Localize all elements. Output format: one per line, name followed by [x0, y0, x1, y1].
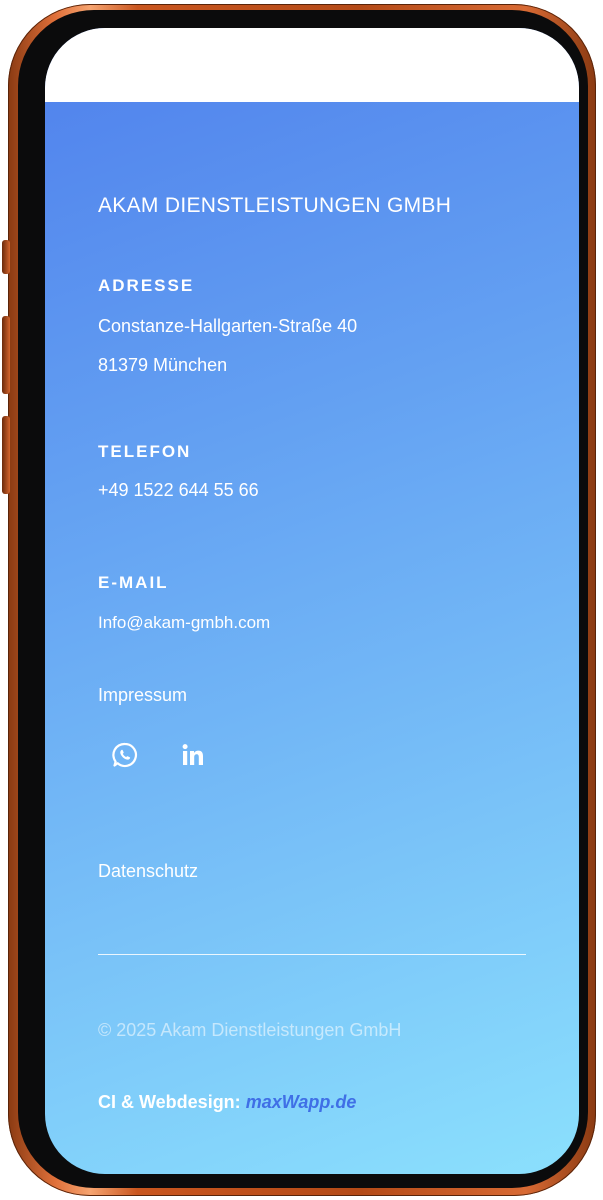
footer-divider — [98, 954, 526, 955]
screen-top-bar — [45, 28, 579, 102]
design-credit: CI & Webdesign: maxWapp.de — [98, 1092, 356, 1113]
email-label: E-MAIL — [98, 573, 169, 592]
linkedin-icon[interactable] — [178, 740, 208, 770]
credit-link[interactable]: maxWapp.de — [246, 1092, 357, 1112]
phone-mockup: AKAM DIENSTLEISTUNGEN GMBH ADRESSE Const… — [0, 0, 603, 1200]
address-label: ADRESSE — [98, 276, 195, 295]
address-street: Constanze-Hallgarten-Straße 40 — [98, 316, 358, 336]
side-button-mute — [2, 240, 10, 274]
email-link[interactable]: Info@akam-gmbh.com — [98, 613, 270, 633]
phone-number-link[interactable]: +49 1522 644 55 66 — [98, 480, 259, 501]
datenschutz-link[interactable]: Datenschutz — [98, 861, 198, 882]
phone-label: TELEFON — [98, 442, 192, 461]
side-button-volume-up — [2, 316, 10, 394]
credit-prefix: CI & Webdesign: — [98, 1092, 241, 1112]
social-links — [110, 735, 230, 775]
address-city: 81379 München — [98, 355, 228, 375]
side-button-volume-down — [2, 416, 10, 494]
impressum-link[interactable]: Impressum — [98, 685, 187, 706]
whatsapp-icon[interactable] — [110, 740, 140, 770]
copyright-text: © 2025 Akam Dienstleistungen GmbH — [98, 1020, 402, 1040]
company-name: AKAM DIENSTLEISTUNGEN GMBH — [98, 194, 452, 217]
phone-screen: AKAM DIENSTLEISTUNGEN GMBH ADRESSE Const… — [45, 28, 579, 1174]
